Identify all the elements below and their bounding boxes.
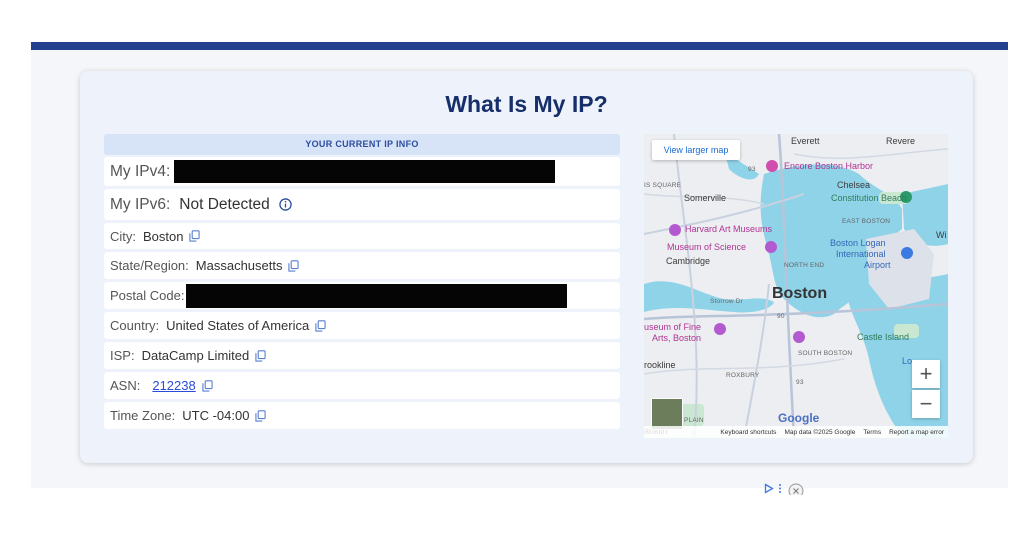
isp-label: ISP: — [110, 348, 135, 363]
map-label-north-end: NORTH END — [784, 262, 825, 269]
map-label-encore: Encore Boston Harbor — [784, 161, 874, 171]
timezone-value: UTC -04:00 — [182, 408, 250, 423]
ad-choices[interactable] — [764, 481, 804, 495]
asn-label: ASN: — [110, 378, 141, 393]
map-label-museum-science: Museum of Science — [667, 242, 747, 252]
timezone-label: Time Zone: — [110, 408, 176, 423]
timezone-row: Time Zone: UTC -04:00 — [104, 402, 620, 429]
route-93-label: 93 — [796, 379, 804, 386]
map-label-revere: Revere — [886, 136, 916, 146]
ipv6-row: My IPv6: Not Detected — [104, 189, 620, 220]
ipv4-row: My IPv4: — [104, 157, 620, 186]
state-row: State/Region: Massachusetts — [104, 252, 620, 279]
ip-info-panel: YOUR CURRENT IP INFO My IPv4: My IPv6: N… — [104, 134, 620, 429]
ipv4-redacted — [174, 160, 556, 183]
map-label-wi: Wi — [936, 230, 947, 240]
google-logo: Google — [778, 411, 820, 425]
report-error-link[interactable]: Report a map error — [889, 429, 944, 436]
copy-icon[interactable] — [255, 409, 267, 422]
ad-close-icon[interactable] — [786, 481, 804, 495]
map-label-harvard: Harvard Art Museums — [685, 224, 773, 234]
map-label-fine-arts-1: useum of Fine — [644, 322, 702, 332]
map-label-south-boston: SOUTH BOSTON — [798, 350, 853, 357]
map-data-text: Map data ©2025 Google — [784, 428, 856, 436]
map-label-cambridge: Cambridge — [666, 256, 711, 266]
map-label-plain: PLAIN — [684, 417, 704, 424]
map-label-chelsea: Chelsea — [837, 180, 871, 190]
copy-icon[interactable] — [189, 230, 201, 242]
map-label-somerville: Somerville — [684, 193, 727, 203]
copy-icon[interactable] — [315, 319, 326, 332]
asn-link[interactable]: 212238 — [152, 378, 195, 393]
map-label-brookline: rookline — [644, 360, 676, 370]
zoom-out-button[interactable]: − — [912, 390, 940, 418]
isp-value: DataCamp Limited — [141, 348, 250, 363]
keyboard-shortcuts-link[interactable]: Keyboard shortcuts — [720, 429, 776, 436]
city-row: City: Boston — [104, 223, 620, 249]
map-label-logan-1: Boston Logan — [830, 238, 886, 248]
map-label-boston: Boston — [772, 285, 828, 302]
country-row: Country: United States of America — [104, 312, 620, 339]
copy-icon[interactable] — [202, 379, 213, 392]
terms-link[interactable]: Terms — [863, 429, 881, 436]
map-label-everett: Everett — [791, 136, 820, 146]
ad-play-icon[interactable] — [764, 482, 774, 494]
ad-menu-icon[interactable] — [778, 483, 782, 494]
info-icon[interactable] — [279, 198, 292, 211]
map-label-lo: Lo — [902, 356, 913, 366]
map-label-east-boston: EAST BOSTON — [842, 218, 891, 225]
route-93-label: 93 — [748, 166, 756, 173]
map-label-roxbury: ROXBURY — [726, 372, 760, 379]
city-label: City: — [110, 228, 136, 244]
postal-label: Postal Code: — [110, 288, 185, 303]
ipv6-label: My IPv6: — [110, 195, 171, 213]
state-value: Massachusetts — [195, 258, 283, 273]
page-title: What Is My IP? — [445, 91, 608, 117]
city-value: Boston — [143, 228, 184, 244]
postal-row: Postal Code: — [104, 282, 620, 309]
ipv4-label: My IPv4: — [110, 162, 171, 180]
isp-row: ISP: DataCamp Limited — [104, 342, 620, 369]
map-label-fine-arts-2: Arts, Boston — [652, 333, 702, 343]
location-map[interactable]: Everett Revere View larger map Encore Bo… — [644, 134, 948, 438]
zoom-in-button[interactable]: + — [912, 360, 940, 388]
map-label-logan-3: Airport — [864, 260, 891, 270]
country-value: United States of America — [166, 318, 310, 333]
asn-row: ASN: 212238 — [104, 372, 620, 399]
copy-icon[interactable] — [288, 259, 300, 272]
map-label-constitution: Constitution Beach — [831, 193, 907, 203]
state-label: State/Region: — [110, 258, 189, 273]
map-label-storrow: Storrow Dr — [710, 298, 744, 305]
copy-icon[interactable] — [255, 349, 266, 362]
view-larger-map-link[interactable]: View larger map — [652, 140, 740, 160]
info-header: YOUR CURRENT IP INFO — [104, 134, 620, 155]
map-label-logan-2: International — [836, 249, 886, 259]
country-label: Country: — [110, 318, 160, 333]
ipv6-value: Not Detected — [179, 195, 270, 213]
map-label-square: IS SQUARE — [644, 182, 682, 189]
postal-redacted — [186, 283, 568, 308]
map-label-castle-island: Castle Island — [857, 332, 910, 342]
top-accent-bar — [31, 42, 1008, 50]
map-attribution: Keyboard shortcuts Map data ©2025 Google… — [644, 426, 948, 438]
route-90-label: 90 — [777, 313, 785, 320]
ip-info-card: What Is My IP? YOUR CURRENT IP INFO My I… — [80, 71, 973, 463]
